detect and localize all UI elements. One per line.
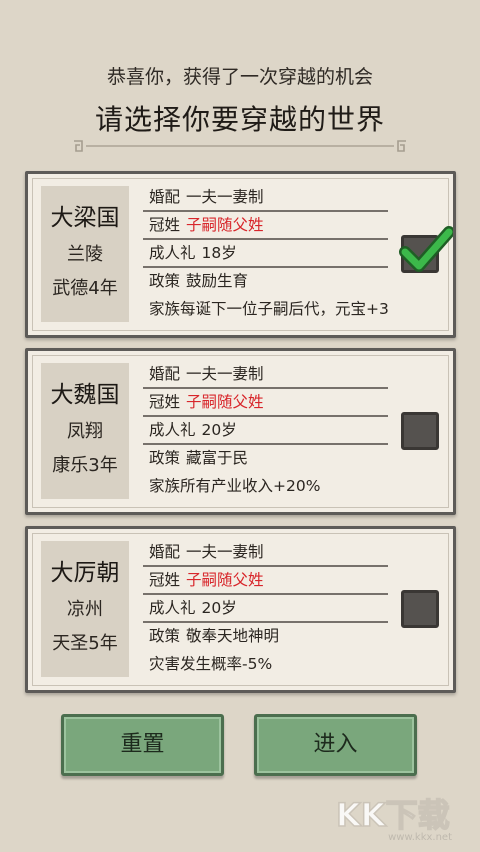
nation-name: 大梁国	[50, 205, 120, 231]
checkmark-icon	[399, 226, 453, 272]
nation-panel: 大梁国 兰陵 武德4年	[41, 186, 129, 322]
attr-effect: 家族所有产业收入+20%	[149, 477, 321, 495]
world-attributes: 婚配 一夫一妻制 冠姓 子嗣随父姓 成人礼 18岁 政策 鼓励生育 家族每诞下一位子嗣后…	[143, 184, 389, 324]
svg-text:KK下载: KK下载	[336, 796, 450, 834]
nation-city: 兰陵	[67, 244, 103, 265]
attr-marriage: 婚配 一夫一妻制	[143, 539, 388, 567]
world-attributes: 婚配 一夫一妻制 冠姓 子嗣随父姓 成人礼 20岁 政策 敬奉天地神明 灾害发生概率-5…	[143, 539, 388, 679]
attr-policy: 政策 藏富于民	[149, 449, 249, 467]
attr-marriage: 婚配 一夫一妻制	[143, 184, 388, 212]
nation-city: 凤翔	[67, 421, 103, 442]
nation-era: 康乐3年	[52, 455, 118, 476]
nation-era: 武德4年	[52, 278, 118, 299]
attr-policy: 政策 鼓励生育	[149, 272, 249, 290]
attr-adulthood: 成人礼 20岁	[143, 417, 388, 445]
attr-adulthood: 成人礼 20岁	[143, 595, 388, 623]
attr-surname: 冠姓 子嗣随父姓	[143, 389, 388, 417]
nation-panel: 大魏国 凤翔 康乐3年	[41, 363, 129, 499]
enter-button[interactable]: 进入	[254, 714, 417, 776]
select-checkbox[interactable]	[401, 412, 439, 450]
select-checkbox[interactable]	[401, 590, 439, 628]
attr-policy: 政策 敬奉天地神明	[149, 627, 280, 645]
world-card-liang[interactable]: 大梁国 兰陵 武德4年 婚配 一夫一妻制 冠姓 子嗣随父姓 成人礼 18岁 政策 鼓励生…	[25, 171, 456, 338]
nation-name: 大厉朝	[50, 560, 120, 586]
page-title: 请选择你要穿越的世界	[94, 103, 385, 136]
attr-marriage: 婚配 一夫一妻制	[143, 361, 388, 389]
attr-effect: 家族每诞下一位子嗣后代，元宝+3	[149, 300, 389, 318]
attr-surname: 冠姓 子嗣随父姓	[143, 212, 388, 240]
nation-era: 天圣5年	[52, 633, 118, 654]
world-attributes: 婚配 一夫一妻制 冠姓 子嗣随父姓 成人礼 20岁 政策 藏富于民 家族所有产业收入+2…	[143, 361, 388, 501]
attr-adulthood: 成人礼 18岁	[143, 240, 388, 268]
world-card-wei[interactable]: 大魏国 凤翔 康乐3年 婚配 一夫一妻制 冠姓 子嗣随父姓 成人礼 20岁 政策 藏富于…	[25, 348, 456, 515]
nation-panel: 大厉朝 凉州 天圣5年	[41, 541, 129, 677]
attr-surname: 冠姓 子嗣随父姓	[143, 567, 388, 595]
nation-name: 大魏国	[50, 382, 120, 408]
world-card-li[interactable]: 大厉朝 凉州 天圣5年 婚配 一夫一妻制 冠姓 子嗣随父姓 成人礼 20岁 政策 敬奉天…	[25, 526, 456, 693]
title-ornament	[72, 139, 408, 153]
select-checkbox[interactable]	[399, 226, 453, 273]
nation-city: 凉州	[67, 599, 103, 620]
attr-effect: 灾害发生概率-5%	[149, 655, 273, 673]
subtitle-text: 恭喜你，获得了一次穿越的机会	[106, 66, 373, 88]
reset-button[interactable]: 重置	[61, 714, 224, 776]
watermark-url: www.kkx.net	[388, 832, 452, 843]
